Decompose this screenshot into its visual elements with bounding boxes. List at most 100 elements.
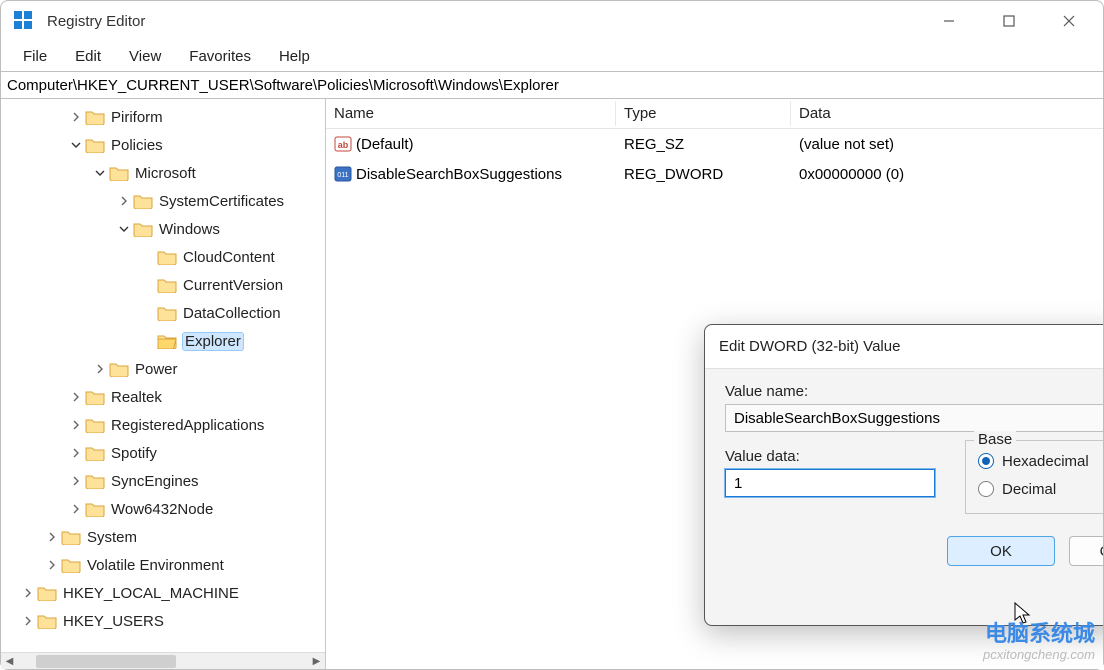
radio-decimal[interactable]: Decimal — [978, 475, 1103, 503]
tree-item-spotify[interactable]: Spotify — [1, 439, 325, 467]
column-header-data[interactable]: Data — [791, 101, 1103, 126]
folder-icon — [133, 193, 153, 209]
tree-item-hkey-local-machine[interactable]: HKEY_LOCAL_MACHINE — [1, 579, 325, 607]
radio-hexadecimal[interactable]: Hexadecimal — [978, 447, 1103, 475]
menu-help[interactable]: Help — [265, 44, 324, 69]
tree-item-policies[interactable]: Policies — [1, 131, 325, 159]
expand-icon[interactable] — [117, 194, 131, 208]
menu-edit[interactable]: Edit — [61, 44, 115, 69]
tree-item-systemcertificates[interactable]: SystemCertificates — [1, 187, 325, 215]
expand-icon[interactable] — [141, 334, 155, 348]
tree-item-syncengines[interactable]: SyncEngines — [1, 467, 325, 495]
menubar: File Edit View Favorites Help — [1, 41, 1103, 71]
maximize-button[interactable] — [979, 1, 1039, 41]
tree-item-cloudcontent[interactable]: CloudContent — [1, 243, 325, 271]
expand-icon[interactable] — [69, 110, 83, 124]
tree-item-registeredapplications[interactable]: RegisteredApplications — [1, 411, 325, 439]
expand-icon[interactable] — [93, 362, 107, 376]
watermark: 电脑系统城 pcxitongcheng.com — [983, 621, 1095, 663]
expand-icon[interactable] — [141, 306, 155, 320]
tree-item-currentversion[interactable]: CurrentVersion — [1, 271, 325, 299]
scroll-thumb[interactable] — [36, 655, 176, 668]
base-fieldset: Base Hexadecimal Decimal — [965, 440, 1103, 514]
list-rows: ab(Default)REG_SZ(value not set)011Disab… — [326, 129, 1103, 189]
tree-item-system[interactable]: System — [1, 523, 325, 551]
dialog-title: Edit DWORD (32-bit) Value — [719, 338, 900, 355]
tree-item-wow6432node[interactable]: Wow6432Node — [1, 495, 325, 523]
watermark-small: pcxitongcheng.com — [983, 647, 1095, 663]
list-row[interactable]: ab(Default)REG_SZ(value not set) — [326, 129, 1103, 159]
tree-item-hkey-users[interactable]: HKEY_USERS — [1, 607, 325, 635]
cancel-button[interactable]: Cancel — [1069, 536, 1103, 566]
value-name-input[interactable] — [725, 404, 1103, 432]
tree-item-volatile-environment[interactable]: Volatile Environment — [1, 551, 325, 579]
expand-icon[interactable] — [117, 222, 131, 236]
tree-item-power[interactable]: Power — [1, 355, 325, 383]
tree-scrollbar-horizontal[interactable]: ◀ ▶ — [1, 652, 325, 669]
column-header-type[interactable]: Type — [616, 101, 791, 126]
tree-item-realtek[interactable]: Realtek — [1, 383, 325, 411]
ok-button[interactable]: OK — [947, 536, 1055, 566]
expand-icon[interactable] — [69, 474, 83, 488]
window-title: Registry Editor — [47, 13, 145, 30]
list-header: Name Type Data — [326, 99, 1103, 129]
folder-icon — [85, 473, 105, 489]
minimize-button[interactable] — [919, 1, 979, 41]
folder-icon — [85, 109, 105, 125]
tree-item-datacollection[interactable]: DataCollection — [1, 299, 325, 327]
address-text: Computer\HKEY_CURRENT_USER\Software\Poli… — [7, 77, 559, 94]
expand-icon[interactable] — [69, 418, 83, 432]
expand-icon[interactable] — [45, 530, 59, 544]
watermark-big: 电脑系统城 — [983, 621, 1095, 647]
value-icon: 011 — [334, 165, 352, 183]
list-row[interactable]: 011DisableSearchBoxSuggestionsREG_DWORD0… — [326, 159, 1103, 189]
menu-favorites[interactable]: Favorites — [175, 44, 265, 69]
menu-file[interactable]: File — [9, 44, 61, 69]
body: PiriformPoliciesMicrosoft SystemCertifica… — [1, 99, 1103, 669]
value-name: (Default) — [356, 136, 414, 153]
scroll-left-icon[interactable]: ◀ — [1, 653, 18, 670]
tree-item-label: RegisteredApplications — [111, 417, 264, 434]
expand-icon[interactable] — [21, 586, 35, 600]
folder-icon — [61, 557, 81, 573]
address-bar[interactable]: Computer\HKEY_CURRENT_USER\Software\Poli… — [1, 71, 1103, 99]
expand-icon[interactable] — [21, 614, 35, 628]
value-type: REG_DWORD — [616, 164, 791, 185]
folder-icon — [85, 501, 105, 517]
value-data-input[interactable] — [725, 469, 935, 497]
value-icon: ab — [334, 135, 352, 153]
radio-dec-label: Decimal — [1002, 481, 1056, 498]
expand-icon[interactable] — [45, 558, 59, 572]
tree-pane: PiriformPoliciesMicrosoft SystemCertifica… — [1, 99, 326, 669]
tree-item-label: Explorer — [183, 333, 243, 350]
folder-icon — [109, 165, 129, 181]
tree-item-microsoft[interactable]: Microsoft — [1, 159, 325, 187]
expand-icon[interactable] — [69, 138, 83, 152]
tree-item-piriform[interactable]: Piriform — [1, 103, 325, 131]
tree-item-label: CloudContent — [183, 249, 275, 266]
expand-icon[interactable] — [93, 166, 107, 180]
expand-icon[interactable] — [69, 390, 83, 404]
scroll-right-icon[interactable]: ▶ — [308, 653, 325, 670]
tree-item-windows[interactable]: Windows — [1, 215, 325, 243]
dialog-body: Value name: Value data: Base — [705, 369, 1103, 625]
column-header-name[interactable]: Name — [326, 101, 616, 126]
window: Registry Editor File Edit View Favorites… — [0, 0, 1104, 670]
radio-dec-indicator — [978, 481, 994, 497]
folder-icon — [157, 277, 177, 293]
tree[interactable]: PiriformPoliciesMicrosoft SystemCertifica… — [1, 99, 325, 643]
expand-icon[interactable] — [69, 502, 83, 516]
value-data-label: Value data: — [725, 448, 935, 465]
folder-icon — [85, 389, 105, 405]
menu-view[interactable]: View — [115, 44, 175, 69]
folder-icon — [157, 305, 177, 321]
tree-item-label: SystemCertificates — [159, 193, 284, 210]
tree-item-explorer[interactable]: Explorer — [1, 327, 325, 355]
expand-icon[interactable] — [141, 278, 155, 292]
expand-icon[interactable] — [69, 446, 83, 460]
close-button[interactable] — [1039, 1, 1099, 41]
expand-icon[interactable] — [141, 250, 155, 264]
tree-item-label: System — [87, 529, 137, 546]
tree-item-label: SyncEngines — [111, 473, 199, 490]
edit-dword-dialog: Edit DWORD (32-bit) Value Value name: Va… — [704, 324, 1103, 626]
